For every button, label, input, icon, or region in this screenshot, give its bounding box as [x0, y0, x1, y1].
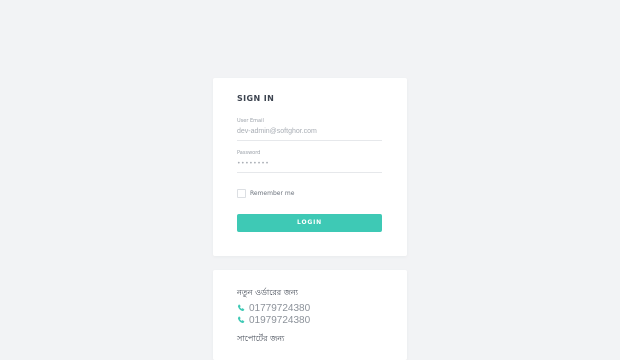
password-underline	[237, 172, 382, 173]
email-field[interactable]	[237, 127, 382, 137]
phone-icon	[237, 316, 245, 324]
email-underline	[237, 140, 382, 141]
phone-row-1[interactable]: 01779724380	[237, 302, 310, 314]
remember-label: Remember me	[250, 190, 295, 197]
support-title: সাপোর্টের জন্য	[237, 334, 285, 343]
password-field[interactable]: ••••••••	[237, 159, 382, 169]
login-button[interactable]: LOGIN	[237, 214, 382, 232]
email-label: User Email	[237, 118, 264, 124]
phone-row-2[interactable]: 01979724380	[237, 314, 310, 326]
phone-number-1[interactable]: 01779724380	[249, 303, 310, 314]
remember-checkbox[interactable]	[237, 189, 246, 198]
contact-card: নতুন ওর্ডারের জন্য 01779724380 019797243…	[213, 270, 407, 360]
new-order-title: নতুন ওর্ডারের জন্য	[237, 288, 299, 297]
login-card: SIGN IN User Email Password •••••••• Rem…	[213, 78, 407, 256]
login-title: SIGN IN	[237, 94, 275, 103]
phone-icon	[237, 304, 245, 312]
phone-number-2[interactable]: 01979724380	[249, 315, 310, 326]
password-label: Password	[237, 150, 261, 156]
